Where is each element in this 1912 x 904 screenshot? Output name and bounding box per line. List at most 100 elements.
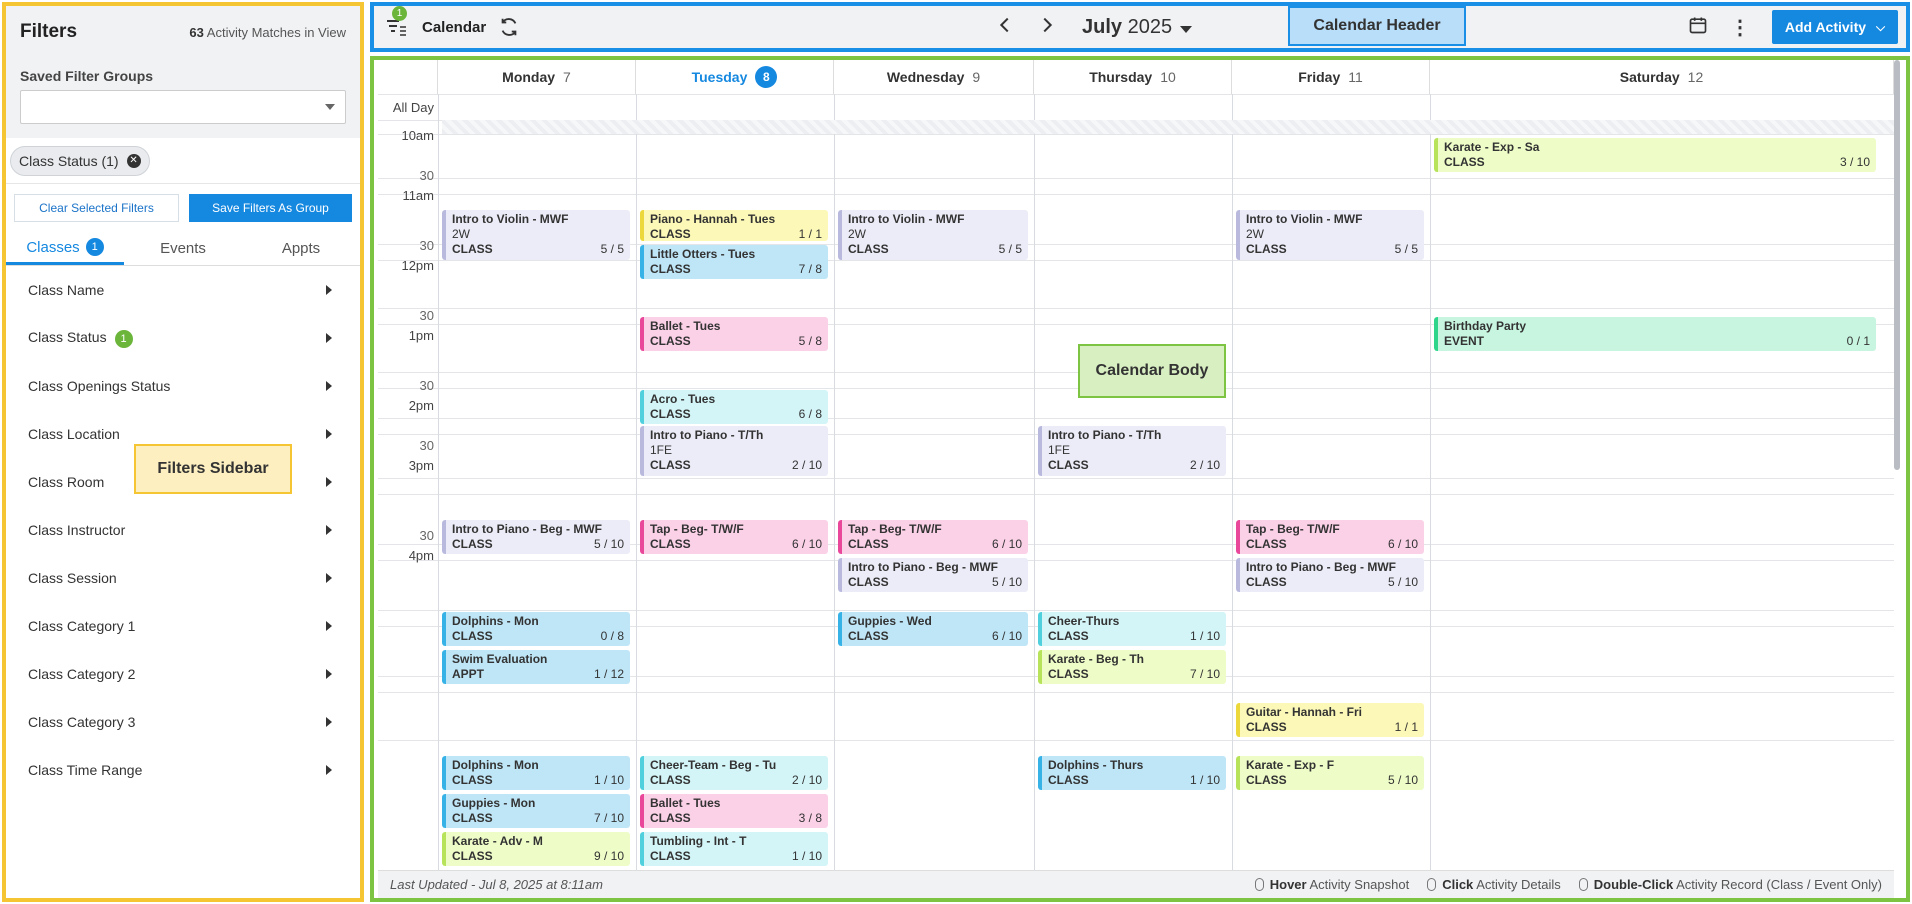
activity-card[interactable]: Karate - Beg - Th CLASS 7 / 10 [1038, 650, 1226, 684]
day-header[interactable]: Thursday 10 [1034, 60, 1232, 94]
activity-card[interactable]: Tap - Beg- T/W/F CLASS 6 / 10 [838, 520, 1028, 554]
activity-card[interactable]: Tap - Beg- T/W/F CLASS 6 / 10 [1236, 520, 1424, 554]
enrollment-count: 1 / 10 [593, 773, 624, 787]
next-month-icon[interactable] [1036, 14, 1058, 41]
tab-classes[interactable]: Classes 1 [6, 232, 124, 265]
activity-card[interactable]: Swim Evaluation APPT 1 / 12 [442, 650, 630, 684]
month-navigation: July 2025 [994, 14, 1193, 41]
activity-card[interactable]: Karate - Exp - Sa CLASS 3 / 10 [1434, 138, 1876, 172]
activity-card[interactable]: Dolphins - Thurs CLASS 1 / 10 [1038, 756, 1226, 790]
day-header[interactable]: Monday 7 [438, 60, 636, 94]
clear-filters-button[interactable]: Clear Selected Filters [14, 194, 179, 222]
tab-appts[interactable]: Appts [242, 232, 360, 265]
grid-column-line [636, 94, 637, 870]
activity-card[interactable]: Little Otters - Tues CLASS 7 / 8 [640, 245, 828, 279]
calendar-header: 1 Calendar July 2025 ⋮ Add Activity ⌵ [370, 2, 1910, 52]
activity-meta: APPT 1 / 12 [452, 667, 624, 682]
activity-room: 2W [452, 227, 470, 241]
filter-chip-class-status[interactable]: Class Status (1) ✕ [10, 145, 150, 176]
save-filters-button[interactable]: Save Filters As Group [189, 194, 352, 222]
filter-item[interactable]: Class Openings Status [6, 362, 360, 410]
activity-card[interactable]: Intro to Piano - Beg - MWF CLASS 5 / 10 [442, 520, 630, 554]
activity-card[interactable]: Intro to Violin - MWF 2W CLASS 5 / 5 [1236, 210, 1424, 260]
activity-title: Dolphins - Mon [452, 614, 539, 628]
activity-card[interactable]: Dolphins - Mon CLASS 0 / 8 [442, 612, 630, 646]
activity-card[interactable]: Guppies - Mon CLASS 7 / 10 [442, 794, 630, 828]
filter-item[interactable]: Class Session [6, 554, 360, 602]
time-label: 1pm [408, 328, 434, 343]
filter-item[interactable]: Class Category 3 [6, 698, 360, 746]
activity-type: CLASS [650, 773, 691, 787]
activity-card[interactable]: Ballet - Tues CLASS 3 / 8 [640, 794, 828, 828]
activity-card[interactable]: Tumbling - Int - T CLASS 1 / 10 [640, 832, 828, 866]
activity-card[interactable]: Guppies - Wed CLASS 6 / 10 [838, 612, 1028, 646]
month-selector[interactable]: July 2025 [1082, 16, 1172, 39]
close-icon[interactable]: ✕ [126, 153, 141, 168]
activity-title: Tap - Beg- T/W/F [1246, 522, 1340, 536]
prev-month-icon[interactable] [994, 14, 1016, 41]
day-header[interactable]: Wednesday 9 [834, 60, 1034, 94]
enrollment-count: 7 / 10 [1189, 667, 1220, 681]
day-header[interactable]: Saturday 12 [1430, 60, 1894, 94]
caret-right-icon [326, 573, 332, 583]
grid-line [378, 178, 1894, 179]
activity-card[interactable]: Guitar - Hannah - Fri CLASS 1 / 1 [1236, 703, 1424, 737]
filter-toggle-icon[interactable]: 1 [384, 6, 408, 39]
activity-title: Tap - Beg- T/W/F [848, 522, 942, 536]
activity-title: Intro to Violin - MWF [452, 212, 569, 226]
activity-meta: CLASS 7 / 10 [1048, 667, 1220, 682]
refresh-icon[interactable] [498, 16, 520, 38]
activity-type: CLASS [650, 227, 691, 241]
activity-card[interactable]: Ballet - Tues CLASS 5 / 8 [640, 317, 828, 351]
tab-events[interactable]: Events [124, 232, 242, 265]
filter-item[interactable]: Class Category 1 [6, 602, 360, 650]
activity-card[interactable]: Dolphins - Mon CLASS 1 / 10 [442, 756, 630, 790]
activity-card[interactable]: Intro to Piano - T/Th 1FE CLASS 2 / 10 [640, 426, 828, 476]
activity-card[interactable]: Intro to Piano - Beg - MWF CLASS 5 / 10 [1236, 558, 1424, 592]
activity-card[interactable]: Tap - Beg- T/W/F CLASS 6 / 10 [640, 520, 828, 554]
vertical-scrollbar[interactable] [1894, 60, 1900, 470]
time-label: 30 [419, 168, 434, 183]
day-header[interactable]: Friday 11 [1232, 60, 1430, 94]
all-day-label: All Day [392, 100, 434, 115]
grid-line [378, 94, 1894, 95]
filter-item[interactable]: Class Status 1 [6, 314, 360, 362]
chevron-down-icon[interactable] [1180, 26, 1193, 33]
more-options-icon[interactable]: ⋮ [1730, 15, 1750, 40]
time-gutter-header [378, 60, 438, 94]
activity-type: CLASS [1246, 773, 1287, 787]
grid-line [378, 740, 1894, 741]
activity-type: CLASS [1048, 629, 1089, 643]
filter-item[interactable]: Class Name [6, 266, 360, 314]
activity-card[interactable]: Piano - Hannah - Tues CLASS 1 / 1 [640, 210, 828, 241]
filter-item[interactable]: Class Category 2 [6, 650, 360, 698]
activity-card[interactable]: Cheer-Team - Beg - Tu CLASS 2 / 10 [640, 756, 828, 790]
grid-line [378, 194, 1894, 195]
activity-type: CLASS [452, 242, 493, 256]
add-activity-button[interactable]: Add Activity ⌵ [1772, 10, 1898, 44]
filter-item[interactable]: Class Time Range [6, 746, 360, 794]
activity-card[interactable]: Intro to Piano - T/Th 1FE CLASS 2 / 10 [1038, 426, 1226, 476]
saved-groups-select[interactable] [20, 90, 346, 124]
day-header[interactable]: Tuesday 8 [636, 60, 834, 94]
activity-card[interactable]: Karate - Adv - M CLASS 9 / 10 [442, 832, 630, 866]
activity-title: Karate - Exp - Sa [1444, 140, 1540, 154]
filter-label: Class Status [28, 328, 107, 345]
activity-card[interactable]: Acro - Tues CLASS 6 / 8 [640, 390, 828, 424]
activity-card[interactable]: Intro to Violin - MWF 2W CLASS 5 / 5 [442, 210, 630, 260]
activity-card[interactable]: Cheer-Thurs CLASS 1 / 10 [1038, 612, 1226, 646]
activity-card[interactable]: Karate - Exp - F CLASS 5 / 10 [1236, 756, 1424, 790]
filter-item[interactable]: Class Instructor [6, 506, 360, 554]
day-name: Saturday [1619, 69, 1680, 85]
activity-card[interactable]: Intro to Piano - Beg - MWF CLASS 5 / 10 [838, 558, 1028, 592]
chevron-down-icon: ⌵ [1876, 19, 1886, 34]
enrollment-count: 5 / 8 [798, 334, 822, 348]
filter-label: Class Openings Status [28, 378, 171, 394]
calendar-icon[interactable] [1688, 15, 1708, 40]
activity-title: Little Otters - Tues [650, 247, 756, 261]
enrollment-count: 2 / 10 [791, 458, 822, 472]
activity-title: Guitar - Hannah - Fri [1246, 705, 1363, 719]
activity-card[interactable]: Intro to Violin - MWF 2W CLASS 5 / 5 [838, 210, 1028, 260]
filter-label: Class Instructor [28, 522, 126, 538]
activity-card[interactable]: Birthday Party EVENT 0 / 1 [1434, 317, 1876, 351]
